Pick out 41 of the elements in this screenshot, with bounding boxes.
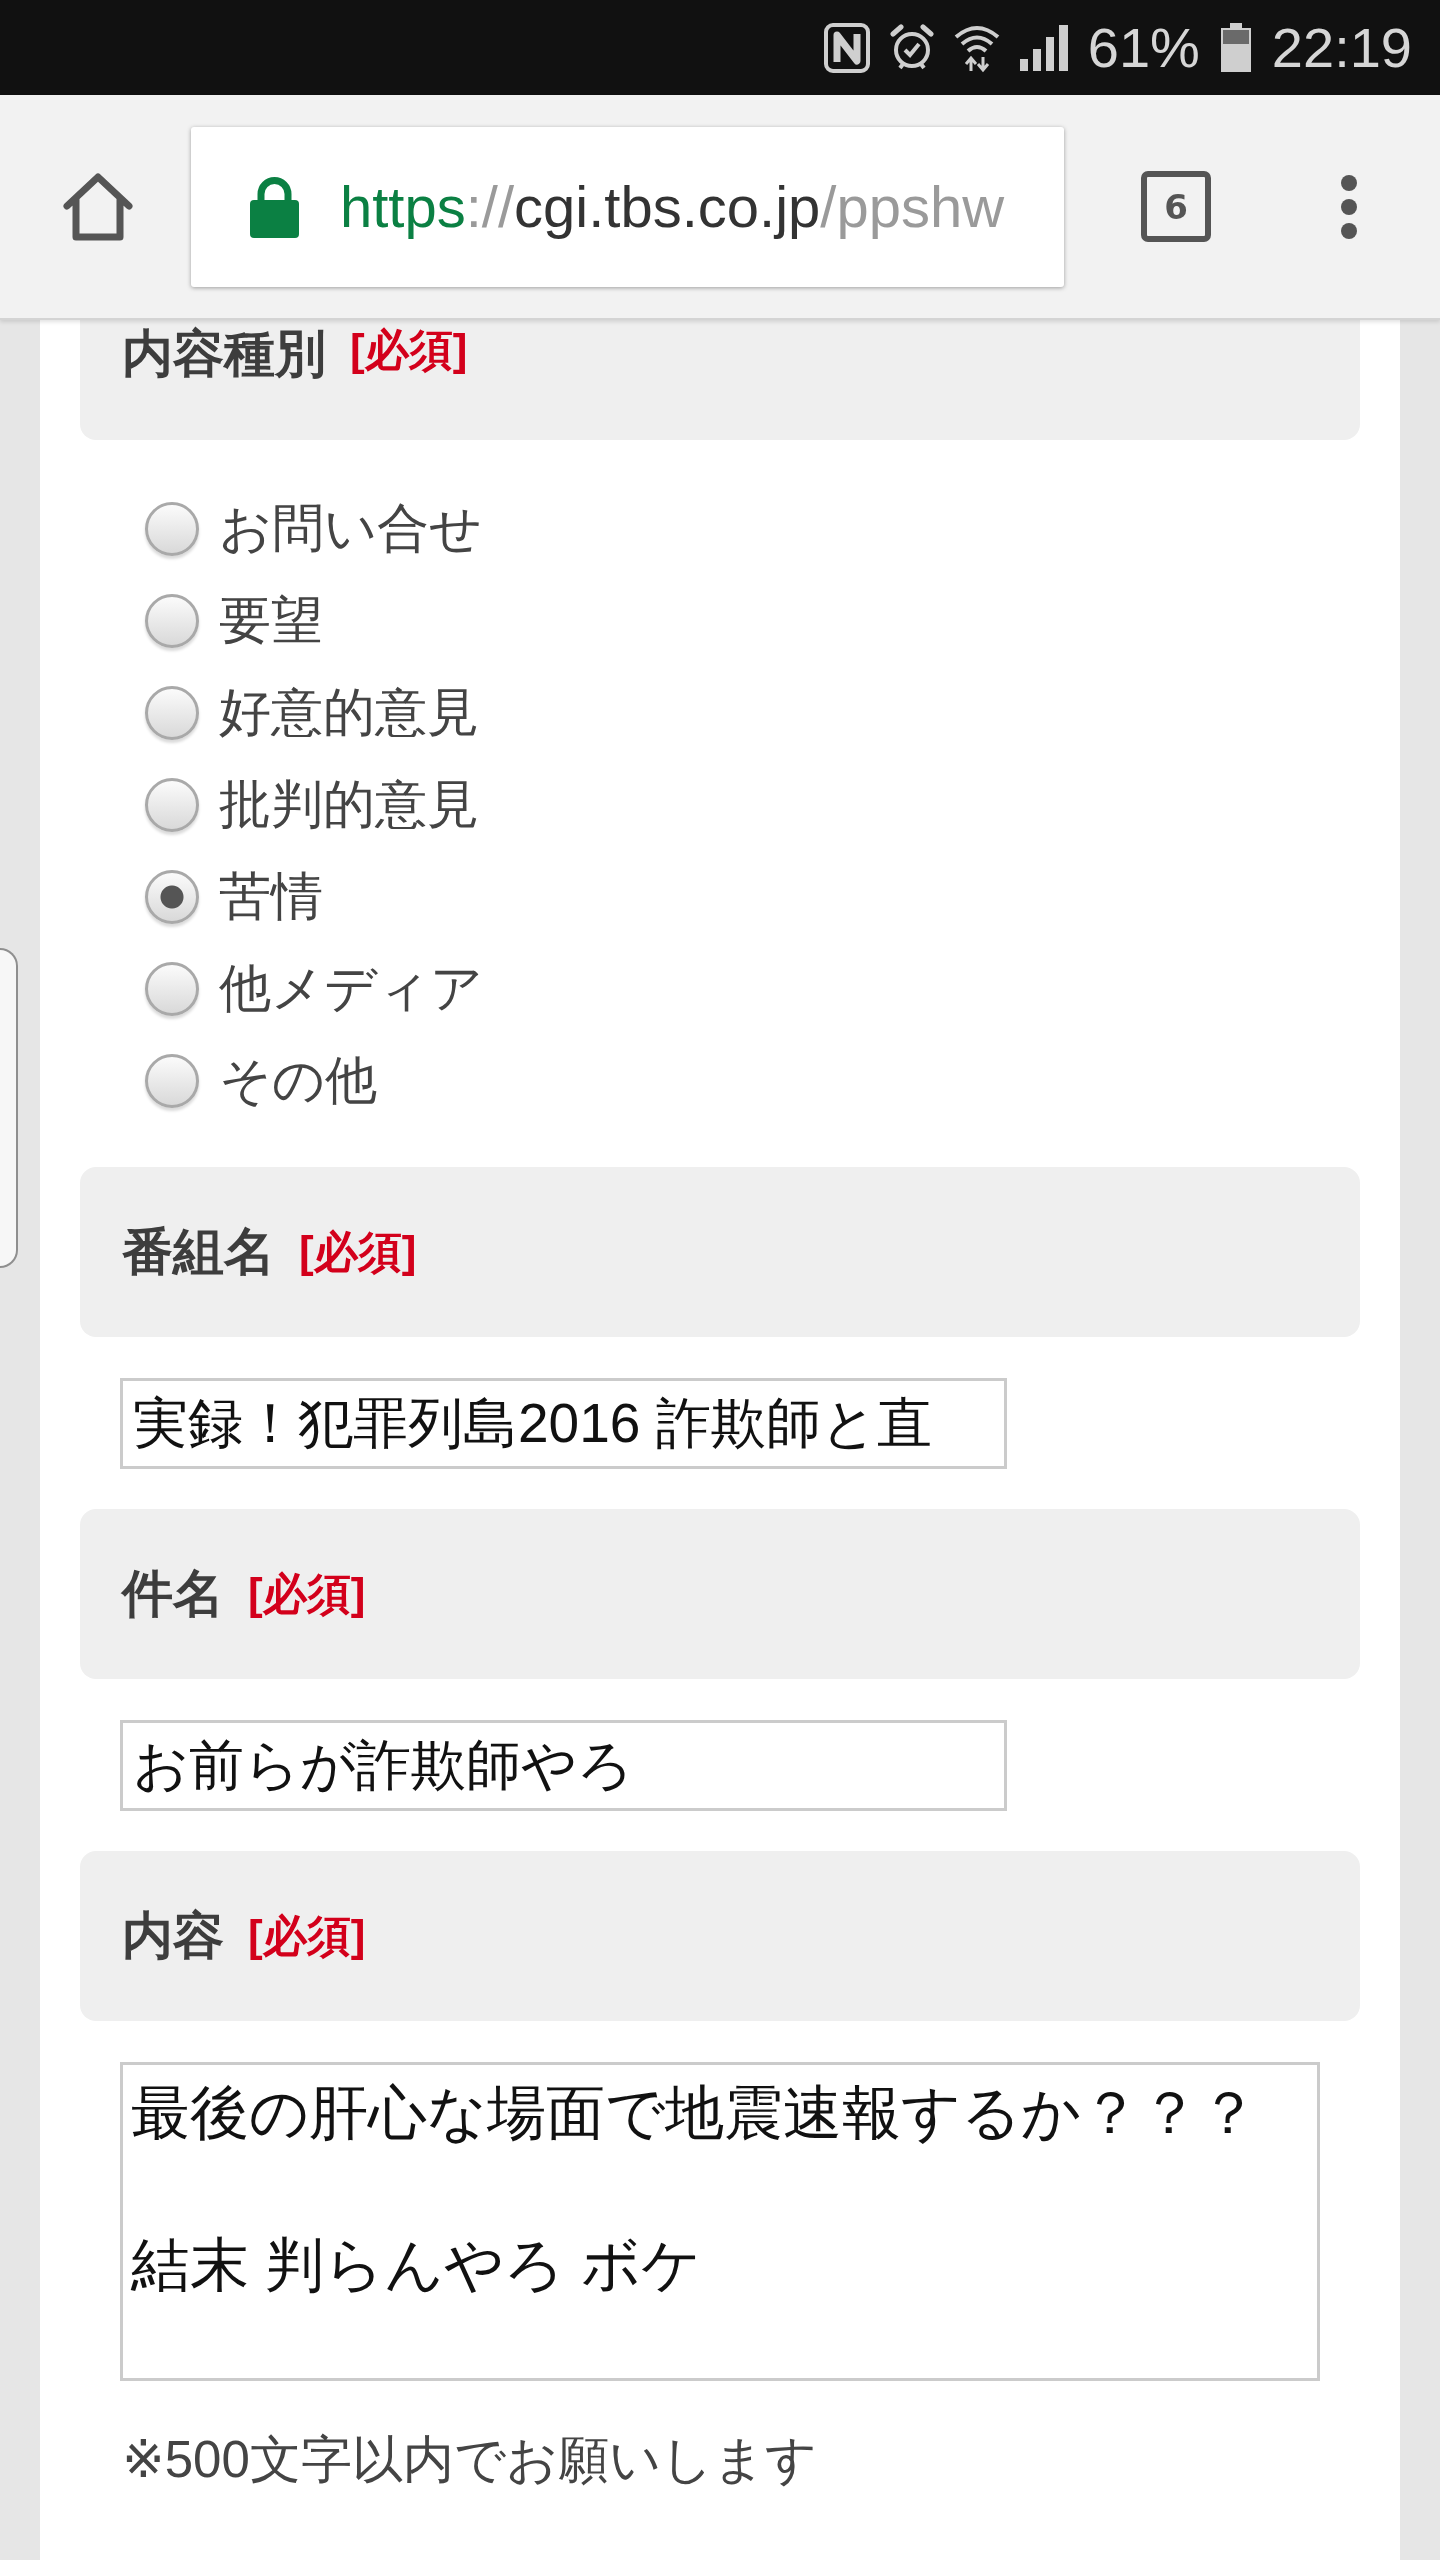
required-mark: [必須] bbox=[350, 326, 468, 375]
text-input[interactable]: お前らが詐欺師やろ bbox=[120, 1720, 1007, 1811]
url-text[interactable]: https://cgi.tbs.co.jp/ppshw bbox=[340, 174, 1005, 239]
tab-count-button[interactable]: 6 bbox=[1141, 171, 1211, 242]
radio-button[interactable] bbox=[145, 1054, 199, 1108]
radio-button[interactable] bbox=[145, 686, 199, 740]
textarea-field[interactable]: 最後の肝心な場面で地震速報するか？？？ 結末 判らんやろ ボケ bbox=[120, 2062, 1320, 2381]
radio-button[interactable] bbox=[145, 778, 199, 832]
radio-label[interactable]: お問い合せ bbox=[219, 500, 482, 558]
required-mark: [必須] bbox=[248, 1911, 366, 1961]
more-menu-icon[interactable] bbox=[1339, 172, 1359, 241]
text-input[interactable]: 実録！犯罪列島2016 詐欺師と直 bbox=[120, 1378, 1007, 1469]
typed-text: 最後の肝心な場面で地震速報するか？？？ bbox=[131, 2079, 1258, 2148]
nfc-icon bbox=[823, 22, 870, 73]
hint-text: ※500文字以内でお願いします bbox=[122, 2431, 817, 2489]
clock-time: 22:19 bbox=[1271, 19, 1412, 76]
radio-label[interactable]: 好意的意見 bbox=[219, 684, 479, 742]
required-mark: [必須] bbox=[248, 1569, 366, 1619]
edge-panel-handle[interactable] bbox=[0, 948, 18, 1268]
radio-label[interactable]: 要望 bbox=[219, 592, 323, 650]
radio-label[interactable]: その他 bbox=[219, 1052, 377, 1110]
home-icon[interactable] bbox=[62, 171, 134, 242]
radio-label[interactable]: 批判的意見 bbox=[219, 776, 479, 834]
radio-button[interactable] bbox=[145, 502, 199, 556]
radio-button[interactable] bbox=[145, 870, 199, 924]
signal-icon bbox=[1019, 24, 1068, 71]
address-bar[interactable]: https://cgi.tbs.co.jp/ppshw bbox=[191, 126, 1064, 287]
required-mark: [必須] bbox=[299, 1227, 417, 1277]
field-label: 内容種別 bbox=[122, 326, 326, 383]
field-label: 番組名 bbox=[122, 1223, 275, 1281]
alarm-clock-icon bbox=[889, 23, 934, 72]
radio-label[interactable]: 苦情 bbox=[219, 868, 323, 926]
radio-label[interactable]: 他メディア bbox=[219, 960, 483, 1018]
radio-button[interactable] bbox=[145, 594, 199, 648]
battery-percent: 61% bbox=[1087, 19, 1200, 76]
field-label: 件名 bbox=[122, 1565, 224, 1623]
typed-text: 結末 判らんやろ ボケ bbox=[131, 2231, 701, 2300]
lock-icon bbox=[250, 175, 299, 238]
battery-icon bbox=[1219, 22, 1252, 73]
radio-button[interactable] bbox=[145, 962, 199, 1016]
field-label: 内容 bbox=[122, 1907, 224, 1965]
